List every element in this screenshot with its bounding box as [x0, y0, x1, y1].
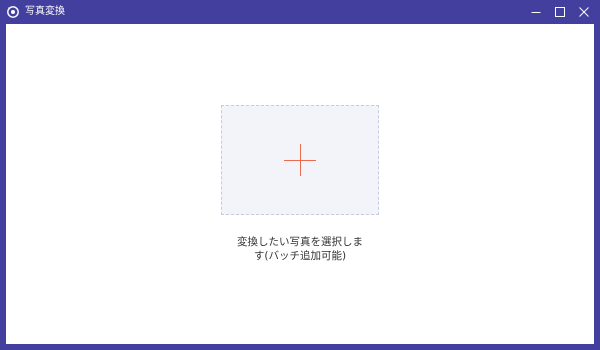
- add-photo-dropzone[interactable]: [221, 105, 379, 215]
- title-bar[interactable]: 写真変換: [0, 0, 600, 24]
- hint-line-2: す(バッチ追加可能): [253, 250, 347, 262]
- camera-refresh-icon: [6, 5, 20, 19]
- minimize-button[interactable]: [524, 0, 548, 24]
- app-window: 写真変換 変換したい写真を選択しま す(バッチ追加可能): [0, 0, 600, 350]
- plus-icon: [284, 144, 316, 176]
- window-controls: [524, 0, 596, 24]
- hint-line-1: 変換したい写真を選択しま: [237, 236, 363, 248]
- maximize-icon: [555, 7, 565, 17]
- minimize-icon: [531, 12, 541, 13]
- main-content: 変換したい写真を選択しま す(バッチ追加可能): [6, 24, 594, 344]
- close-icon: [579, 7, 589, 17]
- dropzone-hint: 変換したい写真を選択しま す(バッチ追加可能): [6, 235, 594, 263]
- close-button[interactable]: [572, 0, 596, 24]
- window-title: 写真変換: [25, 6, 65, 17]
- maximize-button[interactable]: [548, 0, 572, 24]
